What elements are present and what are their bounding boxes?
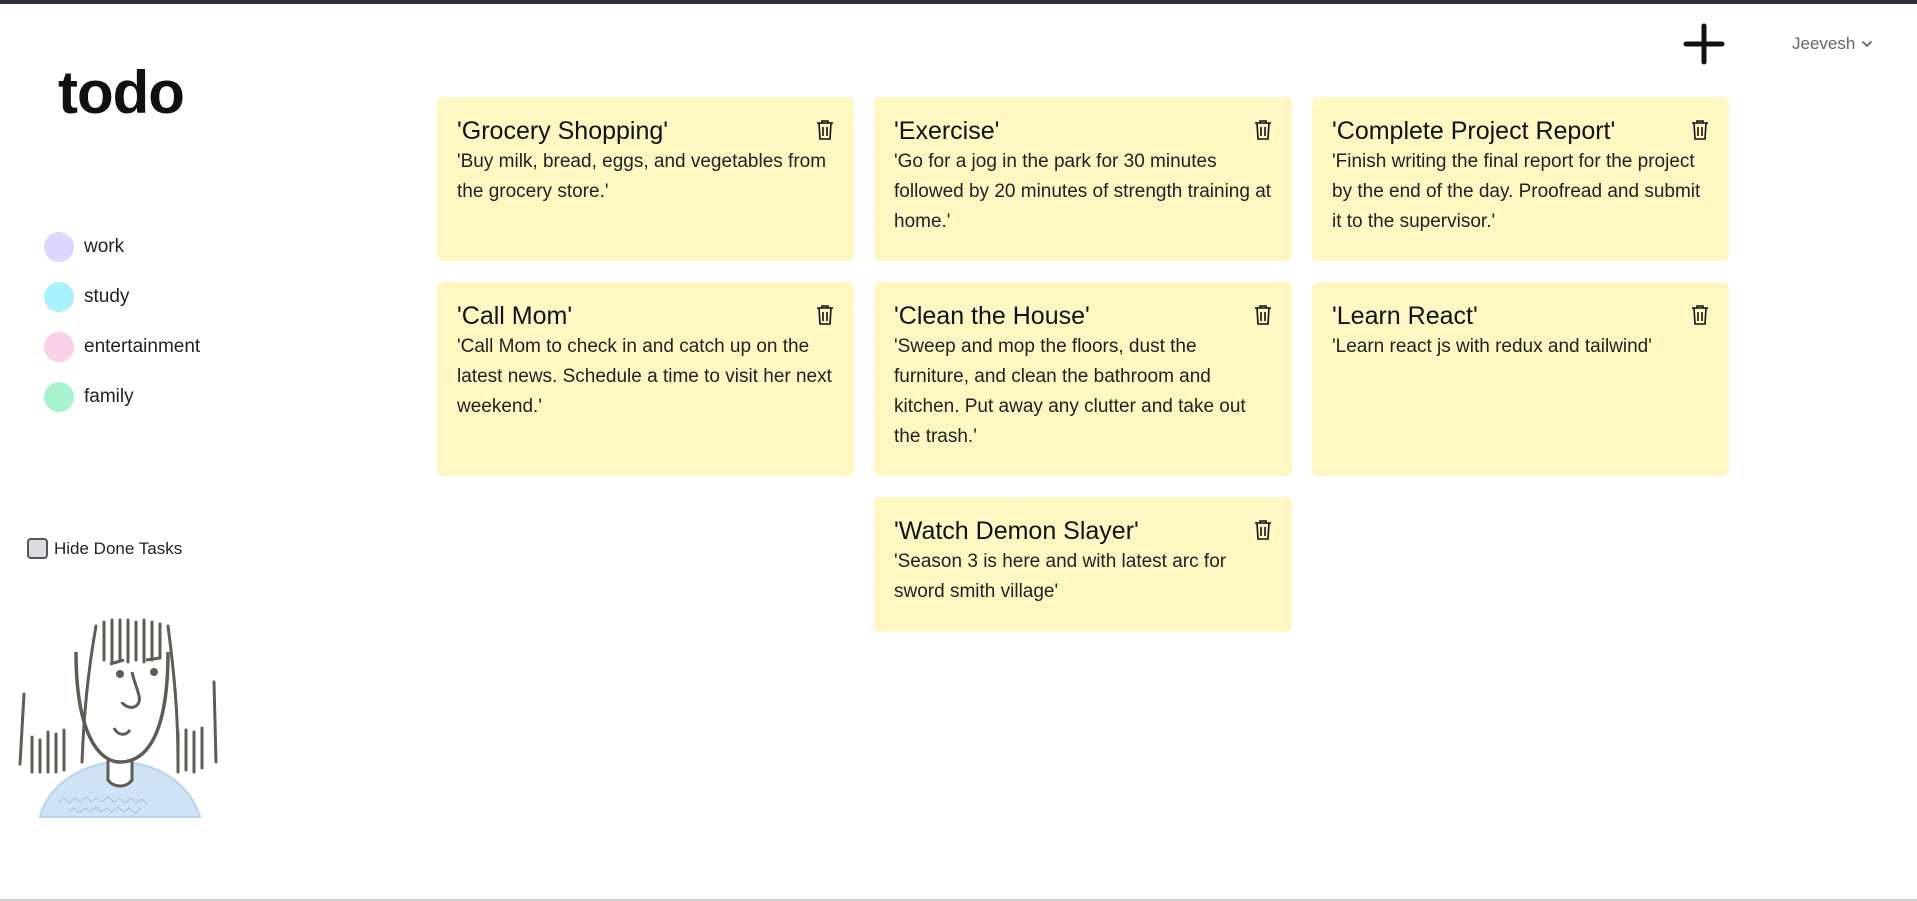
avatar-illustration xyxy=(18,618,218,818)
trash-icon[interactable] xyxy=(1254,119,1272,141)
chevron-down-icon xyxy=(1862,41,1873,47)
todo-card: 'Clean the House' 'Sweep and mop the flo… xyxy=(874,282,1292,476)
category-item-entertainment[interactable]: entertainment xyxy=(44,332,200,362)
todo-description: 'Season 3 is here and with latest arc fo… xyxy=(894,551,1227,602)
trash-icon[interactable] xyxy=(816,304,834,326)
app-title: todo xyxy=(58,59,185,126)
trash-icon[interactable] xyxy=(816,119,834,141)
todo-description: 'Finish writing the final report for the… xyxy=(1332,151,1701,232)
category-label: work xyxy=(84,236,125,257)
todo-title: 'Complete Project Report' xyxy=(1332,117,1616,145)
hide-done-checkbox[interactable] xyxy=(27,538,48,559)
todo-card: 'Exercise' 'Go for a jog in the park for… xyxy=(874,97,1292,261)
hide-done-label: Hide Done Tasks xyxy=(54,538,183,558)
todo-title: 'Call Mom' xyxy=(457,302,573,330)
category-list: work study entertainment family xyxy=(44,232,200,432)
todo-title: 'Exercise' xyxy=(894,117,1000,145)
todo-title: 'Clean the House' xyxy=(894,302,1090,330)
category-label: family xyxy=(84,386,134,407)
trash-icon[interactable] xyxy=(1254,304,1272,326)
category-label: study xyxy=(84,286,130,307)
hide-done-toggle[interactable]: Hide Done Tasks xyxy=(27,538,182,559)
todo-description: 'Sweep and mop the floors, dust the furn… xyxy=(894,336,1246,447)
todo-card: 'Call Mom' 'Call Mom to check in and cat… xyxy=(437,282,854,476)
todo-title: 'Grocery Shopping' xyxy=(457,117,669,145)
user-name: Jeevesh xyxy=(1792,34,1856,53)
category-item-study[interactable]: study xyxy=(44,282,200,312)
todo-card: 'Learn React' 'Learn react js with redux… xyxy=(1312,282,1729,476)
todo-card: 'Grocery Shopping' 'Buy milk, bread, egg… xyxy=(437,97,854,261)
todo-card: 'Complete Project Report' 'Finish writin… xyxy=(1312,97,1729,261)
trash-icon[interactable] xyxy=(1691,119,1709,141)
todo-card: 'Watch Demon Slayer' 'Season 3 is here a… xyxy=(874,497,1292,632)
category-dot-family xyxy=(44,382,74,412)
plus-icon[interactable] xyxy=(1682,22,1726,66)
category-label: entertainment xyxy=(84,336,201,357)
todo-title: 'Learn React' xyxy=(1332,302,1478,330)
category-dot-work xyxy=(44,232,74,262)
trash-icon[interactable] xyxy=(1691,304,1709,326)
top-border xyxy=(0,0,1917,4)
category-item-family[interactable]: family xyxy=(44,382,200,412)
todo-title: 'Watch Demon Slayer' xyxy=(894,517,1139,545)
todo-description: 'Call Mom to check in and catch up on th… xyxy=(457,336,832,417)
user-menu[interactable]: Jeevesh xyxy=(1792,34,1873,54)
trash-icon[interactable] xyxy=(1254,519,1272,541)
todo-description: 'Learn react js with redux and tailwind' xyxy=(1332,336,1652,357)
category-dot-entertainment xyxy=(44,332,74,362)
category-item-work[interactable]: work xyxy=(44,232,200,262)
category-dot-study xyxy=(44,282,74,312)
todo-description: 'Buy milk, bread, eggs, and vegetables f… xyxy=(457,151,827,202)
todo-description: 'Go for a jog in the park for 30 minutes… xyxy=(894,151,1272,232)
